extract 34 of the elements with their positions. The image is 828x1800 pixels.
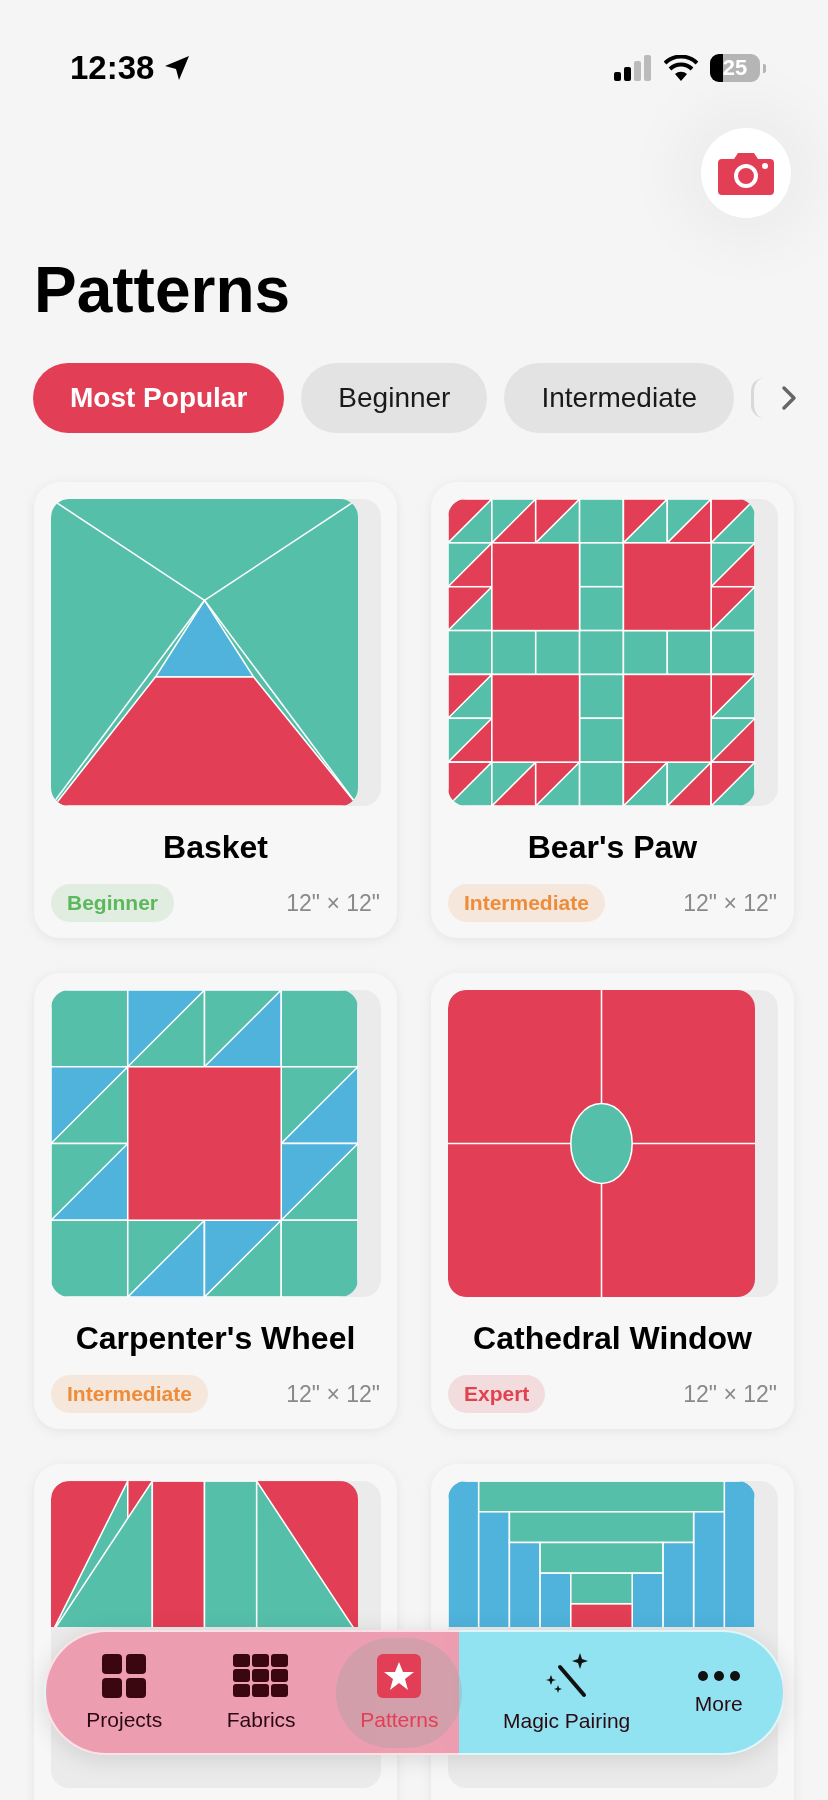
more-icon (696, 1669, 741, 1682)
pattern-name: Carpenter's Wheel (74, 1320, 357, 1357)
tab-item[interactable]: Fabrics (202, 1637, 320, 1748)
chevron-right-icon[interactable] (781, 385, 798, 411)
signal-icon (614, 55, 652, 81)
difficulty-tag: Beginner (51, 884, 174, 922)
grid-icon (102, 1653, 147, 1698)
block-size: 12" × 12" (683, 1380, 777, 1408)
block-size: 12" × 12" (286, 889, 380, 917)
status-time: 12:38 (70, 49, 155, 87)
difficulty-tag: Intermediate (448, 884, 605, 922)
difficulty-tag: Expert (448, 1375, 546, 1413)
tab-item[interactable]: More (670, 1637, 767, 1748)
wifi-icon (664, 55, 698, 81)
tab-item[interactable]: Magic Pairing (479, 1637, 655, 1748)
block-size: 12" × 12" (286, 1380, 380, 1408)
pattern-name: Bear's Paw (526, 829, 699, 866)
page-title: Patterns (34, 254, 292, 326)
pattern-name: Cathedral Window (472, 1320, 753, 1357)
pattern-card[interactable]: Bear's Paw Intermediate 12" × 12" (431, 482, 794, 938)
pattern-card[interactable]: Carpenter's Wheel Intermediate 12" × 12" (34, 973, 397, 1429)
filter-chip[interactable]: Beginner (301, 363, 488, 433)
difficulty-tag: Intermediate (51, 1375, 208, 1413)
pattern-card[interactable]: Basket Beginner 12" × 12" (34, 482, 397, 938)
tab-item[interactable]: Projects (62, 1637, 187, 1748)
location-arrow-icon (164, 55, 191, 81)
camera-icon (718, 151, 774, 195)
block-size: 12" × 12" (683, 889, 777, 917)
filter-chip[interactable]: Most Popular (33, 363, 285, 433)
filter-chip[interactable]: Intermediate (504, 363, 735, 433)
grid-icon (233, 1653, 290, 1698)
battery-indicator: 25 (710, 54, 766, 82)
pattern-name: Basket (162, 829, 269, 866)
pattern-card[interactable]: Cathedral Window Expert 12" × 12" (431, 973, 794, 1429)
